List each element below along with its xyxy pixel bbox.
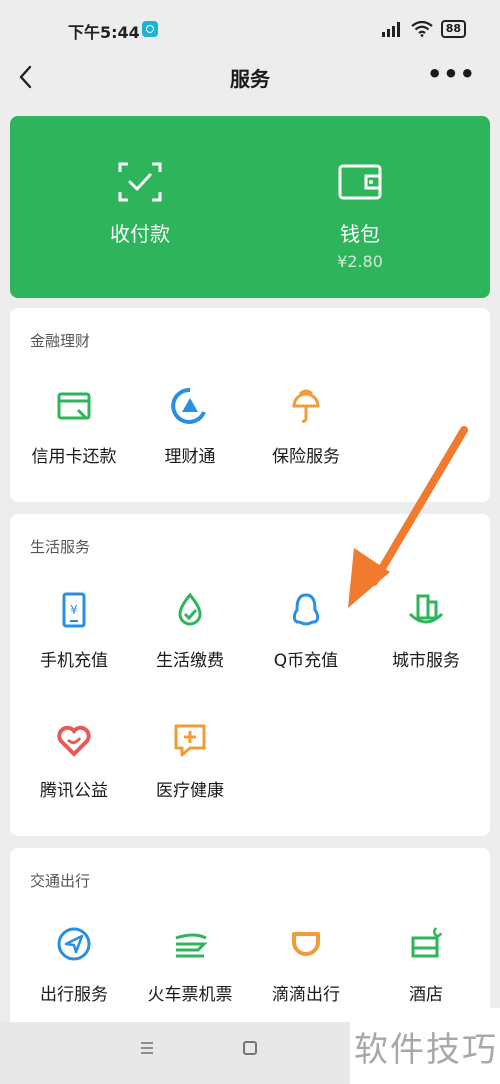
svg-text:¥: ¥ <box>70 603 78 617</box>
service-label: 城市服务 <box>392 651 460 671</box>
service-label: 火车票机票 <box>147 985 233 1005</box>
tencent-charity-button[interactable]: 腾讯公益 <box>14 720 134 830</box>
service-label: 医疗健康 <box>156 781 224 801</box>
wallet-icon <box>338 164 382 200</box>
watermark: 软件技巧 <box>350 1008 500 1084</box>
hotel-bed-icon <box>411 927 443 958</box>
q-coin-recharge-button[interactable]: Q币充值 <box>246 590 366 700</box>
travel-services-button[interactable]: 出行服务 <box>14 924 134 1034</box>
service-label: 手机充值 <box>40 651 108 671</box>
signal-icon <box>381 22 400 37</box>
didi-button[interactable]: 滴滴出行 <box>246 924 366 1034</box>
page-title: 服务 <box>230 67 270 91</box>
recent-apps-icon[interactable] <box>140 1041 154 1055</box>
service-label: 酒店 <box>409 985 443 1005</box>
service-label: 滴滴出行 <box>272 985 340 1005</box>
wallet-label: 钱包 <box>340 222 380 246</box>
section-title: 生活服务 <box>30 538 91 556</box>
system-icons: 88 <box>381 20 466 38</box>
service-label: 出行服务 <box>40 985 108 1005</box>
service-label: 保险服务 <box>272 447 340 467</box>
phone-recharge-button[interactable]: ¥ 手机充值 <box>14 590 134 700</box>
travel-section: 交通出行 出行服务 火车票机票 滴滴出行 酒店 <box>10 848 490 1028</box>
charity-heart-icon <box>57 725 91 757</box>
pay-receive-label: 收付款 <box>110 222 170 246</box>
medical-icon <box>174 724 206 757</box>
notification-app-icon <box>142 21 158 37</box>
more-options-button[interactable]: ••• <box>427 62 476 86</box>
home-icon[interactable] <box>243 1041 257 1055</box>
utility-bill-button[interactable]: 生活缴费 <box>130 590 250 700</box>
medical-health-button[interactable]: 医疗健康 <box>130 720 250 830</box>
watermark-text: 软件技巧 <box>354 1030 498 1070</box>
didi-icon <box>292 932 320 956</box>
service-label: 腾讯公益 <box>40 781 108 801</box>
service-label: 生活缴费 <box>156 651 224 671</box>
credit-card-icon <box>57 392 91 420</box>
train-plane-icon <box>175 933 208 958</box>
phone-recharge-icon: ¥ <box>62 592 86 628</box>
credit-card-repay-button[interactable]: 信用卡还款 <box>14 386 134 496</box>
pay-receive-button[interactable]: 收付款 <box>20 116 260 298</box>
scan-pay-icon <box>118 162 162 202</box>
section-title: 交通出行 <box>30 872 91 890</box>
android-navigation-bar <box>0 1022 350 1084</box>
train-plane-tickets-button[interactable]: 火车票机票 <box>130 924 250 1034</box>
wallet-card: 收付款 钱包 ¥2.80 <box>10 116 490 298</box>
status-time: 下午5:44 <box>68 23 140 42</box>
insurance-button[interactable]: 保险服务 <box>246 386 366 496</box>
navigation-icon <box>57 927 91 961</box>
wallet-balance: ¥2.80 <box>337 252 383 271</box>
service-label: 信用卡还款 <box>31 447 117 467</box>
city-services-button[interactable]: 城市服务 <box>366 590 486 700</box>
status-bar: 下午5:44 88 <box>0 0 500 58</box>
utility-bill-icon <box>178 592 202 626</box>
finance-section: 金融理财 信用卡还款 理财通 保险服务 <box>10 308 490 502</box>
title-bar: 服务 ••• <box>0 58 500 98</box>
service-label: 理财通 <box>164 447 216 467</box>
city-icon <box>408 594 444 624</box>
qq-penguin-icon <box>292 593 320 626</box>
wealth-icon <box>171 387 206 424</box>
battery-indicator: 88 <box>440 20 466 38</box>
wifi-icon <box>411 21 433 37</box>
insurance-icon <box>292 389 320 423</box>
section-title: 金融理财 <box>30 332 91 350</box>
wealth-button[interactable]: 理财通 <box>130 386 250 496</box>
service-label: Q币充值 <box>273 651 339 671</box>
wallet-button[interactable]: 钱包 ¥2.80 <box>240 116 480 298</box>
life-services-section: 生活服务 ¥ 手机充值 生活缴费 Q币充值 城市服务 腾讯公益 医疗健康 <box>10 514 490 836</box>
